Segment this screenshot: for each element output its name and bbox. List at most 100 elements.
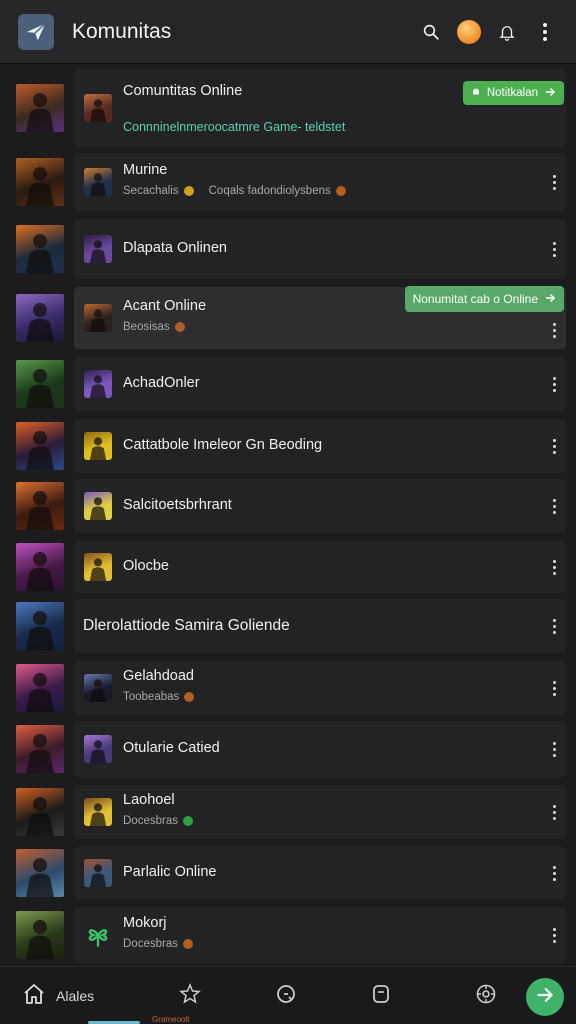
search-icon	[274, 982, 298, 1011]
community-cover-image[interactable]	[16, 602, 64, 650]
community-cover-image[interactable]	[16, 911, 64, 959]
community-subtitle: Secachalis Coqals fadondiolysbens	[123, 185, 346, 197]
top-app-bar: Komunitas	[0, 0, 576, 64]
more-vert-icon[interactable]	[546, 676, 562, 700]
more-vert-icon[interactable]	[546, 170, 562, 194]
more-vert-icon[interactable]	[546, 434, 562, 458]
arrow-icon	[544, 86, 556, 101]
status-dot-icon	[335, 186, 346, 196]
community-cover-image[interactable]	[16, 158, 64, 206]
community-cover-image[interactable]	[16, 725, 64, 773]
notification-pill-button[interactable]: Nonumitat cab o Online	[404, 286, 564, 312]
community-thumb-icon[interactable]	[84, 168, 112, 196]
settings-icon	[474, 982, 498, 1011]
community-subtitle: Docesbras	[123, 815, 193, 827]
community-row[interactable]: Laohoel Docesbras	[0, 782, 576, 842]
community-row[interactable]: Cattatbole Imeleor Gn Beoding	[0, 416, 576, 476]
send-icon	[535, 985, 555, 1010]
community-thumb-icon[interactable]	[84, 235, 112, 263]
community-cover-image[interactable]	[16, 788, 64, 836]
status-dot-icon	[182, 939, 193, 949]
status-dot-icon	[184, 692, 195, 702]
community-title: Cattatbole Imeleor Gn Beoding	[123, 437, 323, 453]
community-row[interactable]: Otularie Catied	[0, 718, 576, 780]
community-cover-image[interactable]	[16, 225, 64, 273]
community-cover-image[interactable]	[16, 422, 64, 470]
community-list[interactable]: Comuntitas Online Connninelnmeroocatmre G…	[0, 66, 576, 966]
community-thumb-icon[interactable]	[84, 94, 112, 122]
community-cover-image[interactable]	[16, 294, 64, 342]
subtitle-text: Beosisas	[123, 321, 170, 333]
nav-settings[interactable]	[474, 967, 498, 1024]
community-row[interactable]: Acant Online Beosisas Nonumitat cab o Onli…	[0, 284, 576, 352]
more-vert-icon[interactable]	[546, 800, 562, 824]
community-row[interactable]: Mokorj Docesbras	[0, 904, 576, 966]
community-thumb-icon[interactable]	[84, 432, 112, 460]
send-fab-button[interactable]	[526, 978, 564, 1016]
community-thumb-icon[interactable]	[84, 492, 112, 520]
community-title: Gelahdoad	[123, 668, 194, 684]
nav-caption: Grameoolt	[152, 1015, 190, 1024]
community-cover-image[interactable]	[16, 543, 64, 591]
community-row[interactable]: AchadOnler	[0, 354, 576, 414]
status-dot-icon	[174, 322, 185, 332]
avatar[interactable]	[452, 15, 486, 49]
home-icon	[22, 982, 46, 1011]
nav-cup[interactable]	[370, 967, 392, 1024]
community-cover-image[interactable]	[16, 84, 64, 132]
community-thumb-icon[interactable]	[84, 735, 112, 763]
community-title: Otularie Catied	[123, 740, 220, 756]
more-vert-icon[interactable]	[546, 614, 562, 638]
community-title: Comuntitas Online	[123, 83, 243, 99]
community-row[interactable]: Olocbe	[0, 538, 576, 596]
notification-pill-button[interactable]: Notitkalan	[462, 81, 564, 105]
community-thumb-icon[interactable]	[84, 859, 112, 887]
community-thumb-icon[interactable]	[84, 304, 112, 332]
community-cover-image[interactable]	[16, 849, 64, 897]
community-title: Olocbe	[123, 558, 169, 574]
heart-icon	[182, 816, 193, 826]
community-cover-image[interactable]	[16, 664, 64, 712]
nav-search[interactable]	[274, 967, 298, 1024]
more-vert-icon[interactable]	[546, 555, 562, 579]
community-cover-image[interactable]	[16, 360, 64, 408]
community-row[interactable]: Gelahdoad Toobeabas	[0, 658, 576, 718]
more-vert-icon[interactable]	[528, 15, 562, 49]
community-row[interactable]: Dlapata Onlinen	[0, 216, 576, 282]
community-row[interactable]: Salcitoetsbrhrant	[0, 476, 576, 536]
community-title: Acant Online	[123, 298, 207, 314]
community-title: AchadOnler	[123, 375, 200, 391]
community-row[interactable]: Dlerolattiode Samira Goliende	[0, 596, 576, 656]
bell-icon	[471, 87, 481, 100]
pill-label: Notitkalan	[486, 87, 538, 99]
community-thumb-icon[interactable]	[84, 798, 112, 826]
more-vert-icon[interactable]	[546, 494, 562, 518]
more-vert-icon[interactable]	[546, 923, 562, 947]
bottom-navigation: Alales Grameoolt	[0, 966, 576, 1024]
pill-label: Nonumitat cab o Online	[412, 292, 538, 306]
community-subtitle: Docesbras	[123, 938, 193, 950]
nav-home[interactable]: Alales	[22, 967, 94, 1024]
community-title: Laohoel	[123, 792, 175, 808]
more-vert-icon[interactable]	[546, 737, 562, 761]
community-thumb-icon[interactable]	[84, 674, 112, 702]
community-row[interactable]: Parlalic Online	[0, 844, 576, 902]
community-cover-image[interactable]	[16, 482, 64, 530]
cup-icon	[370, 982, 392, 1011]
subtitle-text: Toobeabas	[123, 691, 180, 703]
community-title: Dlapata Onlinen	[123, 240, 227, 256]
community-row[interactable]: Murine Secachalis Coqals fadondiolysbens	[0, 150, 576, 214]
more-vert-icon[interactable]	[546, 372, 562, 396]
paper-plane-icon[interactable]	[18, 13, 54, 50]
more-vert-icon[interactable]	[546, 861, 562, 885]
star-badge-icon	[178, 982, 202, 1011]
more-vert-icon[interactable]	[546, 237, 562, 261]
status-dot-icon	[183, 186, 194, 196]
community-thumb-icon[interactable]	[84, 553, 112, 581]
search-icon[interactable]	[414, 15, 448, 49]
community-row[interactable]: Comuntitas Online Connninelnmeroocatmre G…	[0, 66, 576, 150]
community-thumb-icon[interactable]	[84, 370, 112, 398]
subtitle-text: Docesbras	[123, 938, 178, 950]
bell-icon[interactable]	[490, 15, 524, 49]
more-vert-icon[interactable]	[546, 318, 562, 342]
